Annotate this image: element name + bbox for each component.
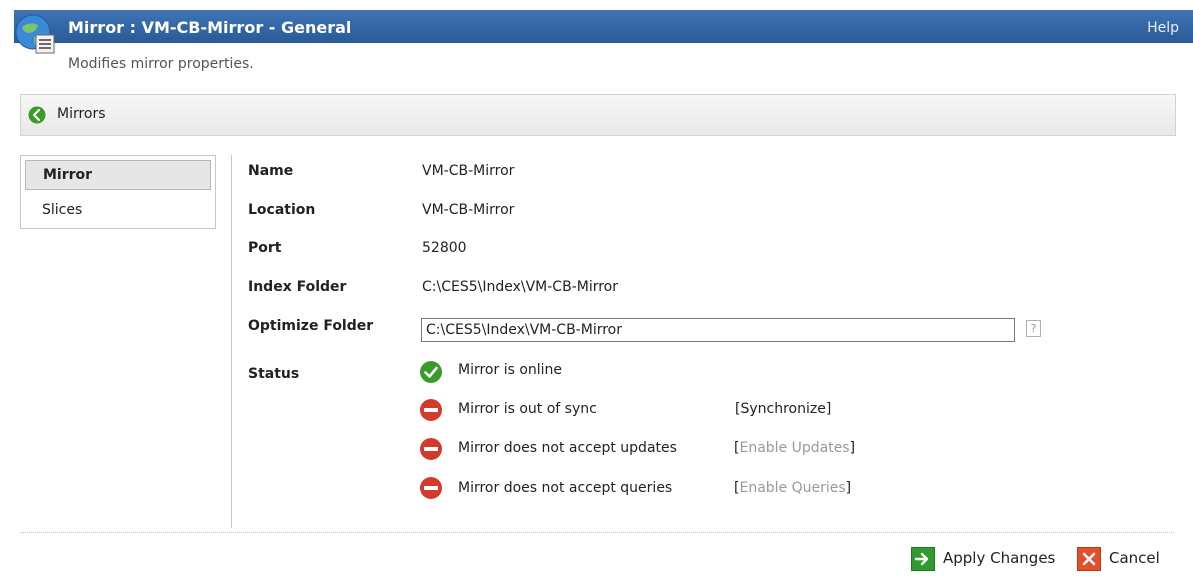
check-circle-icon [420,361,442,383]
vertical-divider [231,155,232,528]
help-question-icon[interactable]: ? [1026,320,1041,337]
sidebar-item-label: Mirror [43,167,93,183]
apply-arrow-icon [911,547,935,571]
close-icon [1077,547,1101,571]
sidebar-item-mirror[interactable]: Mirror [25,160,211,190]
title-bar: Mirror : VM-CB-Mirror - General Help [14,10,1193,43]
location-label: Location [248,202,316,218]
index-folder-label: Index Folder [248,279,347,295]
footer-divider [20,532,1174,533]
enable-updates-link[interactable]: [Enable Updates] [734,440,855,456]
status-sync-text: Mirror is out of sync [458,401,597,417]
index-folder-value: C:\CES5\Index\VM-CB-Mirror [422,279,618,295]
help-link[interactable]: Help [1147,20,1179,36]
breadcrumb: Mirrors [20,94,1176,136]
breadcrumb-mirrors-link[interactable]: Mirrors [57,106,106,122]
apply-changes-label: Apply Changes [943,549,1056,567]
sidebar: Mirror Slices [20,155,216,229]
port-label: Port [248,240,282,256]
cancel-button[interactable]: Cancel [1077,546,1171,572]
synchronize-link[interactable]: [Synchronize] [735,401,831,417]
status-label: Status [248,366,300,382]
mirror-app-icon [15,14,55,54]
page-subtitle: Modifies mirror properties. [68,56,254,72]
status-updates-text: Mirror does not accept updates [458,440,677,456]
enable-queries-link[interactable]: [Enable Queries] [734,480,851,496]
no-entry-icon [420,477,442,499]
no-entry-icon [420,438,442,460]
cancel-label: Cancel [1109,549,1160,567]
no-entry-icon [420,399,442,421]
sidebar-item-label: Slices [42,202,83,218]
port-value: 52800 [422,240,467,256]
optimize-folder-input[interactable] [421,318,1015,342]
name-label: Name [248,163,294,179]
status-online-text: Mirror is online [458,362,563,378]
name-value: VM-CB-Mirror [422,163,515,179]
back-arrow-icon[interactable] [28,106,46,124]
status-queries-text: Mirror does not accept queries [458,480,673,496]
optimize-folder-label: Optimize Folder [248,318,374,334]
window-title: Mirror : VM-CB-Mirror - General [68,18,352,37]
apply-changes-button[interactable]: Apply Changes [911,546,1067,572]
sidebar-item-slices[interactable]: Slices [25,196,209,224]
location-value: VM-CB-Mirror [422,202,515,218]
